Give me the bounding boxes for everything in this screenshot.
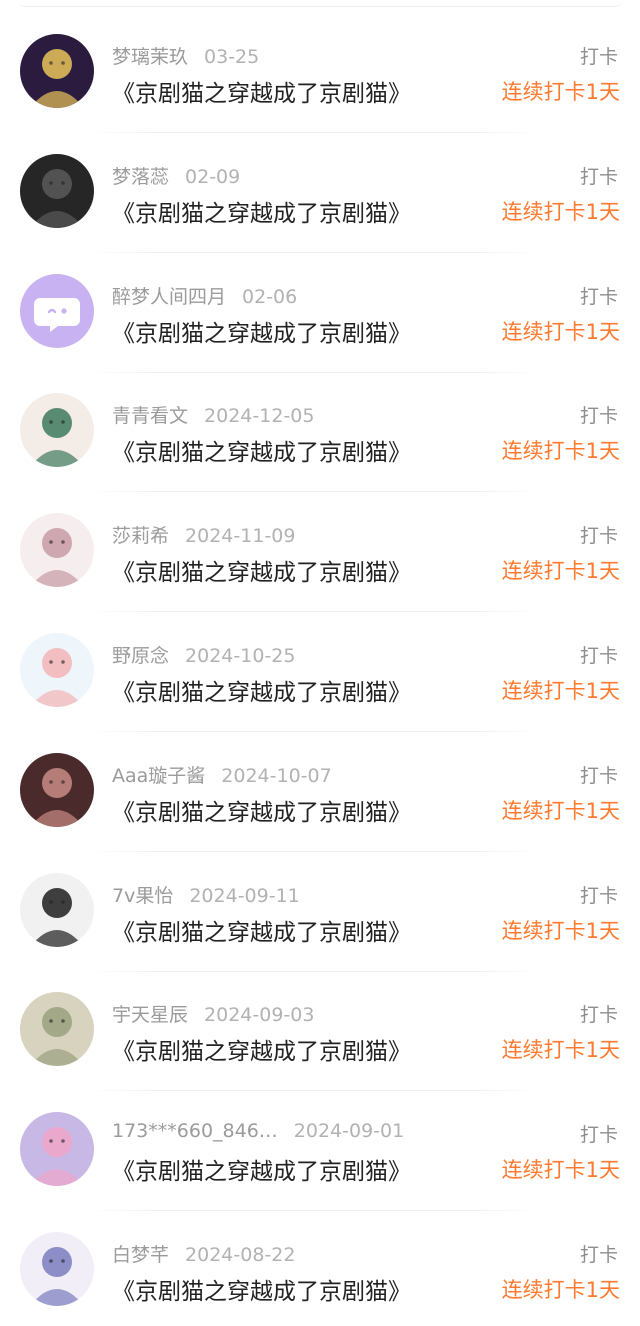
checkin-label: 打卡 — [579, 285, 618, 308]
checkin-row[interactable]: 醉梦人间四月 02-06 《京剧猫之穿越成了京剧猫》 打卡连续打卡1天 — [0, 248, 640, 373]
streak-badge: 连续打卡1天 — [501, 1158, 620, 1183]
user-name-line: 醉梦人间四月 02-06 — [112, 282, 297, 309]
checkin-label: 打卡 — [579, 764, 618, 787]
checkin-label: 打卡 — [579, 525, 618, 548]
user-name[interactable]: 173***660_846… — [112, 1120, 278, 1142]
user-avatar[interactable] — [20, 633, 94, 707]
checkin-row[interactable]: 白梦芊 2024-08-22 《京剧猫之穿越成了京剧猫》 打卡连续打卡1天 — [0, 1206, 640, 1326]
book-title[interactable]: 《京剧猫之穿越成了京剧猫》 — [112, 553, 411, 587]
user-name[interactable]: 青青看文 — [112, 405, 188, 427]
checkin-label: 打卡 — [579, 1244, 618, 1266]
user-name-line: 7v果怡 2024-09-11 — [112, 881, 300, 908]
user-name[interactable]: 7v果怡 — [112, 885, 173, 907]
streak-badge: 连续打卡1天 — [501, 559, 620, 584]
checkin-row[interactable]: 宇天星辰 2024-09-03 《京剧猫之穿越成了京剧猫》 打卡连续打卡1天 — [0, 966, 640, 1092]
checkin-date: 03-25 — [204, 46, 260, 68]
user-name-line: Aaa璇子酱 2024-10-07 — [112, 761, 332, 788]
book-title[interactable]: 《京剧猫之穿越成了京剧猫》 — [112, 793, 411, 827]
user-avatar[interactable] — [20, 513, 94, 588]
streak-badge: 连续打卡1天 — [501, 1278, 620, 1302]
list-top-edge — [18, 0, 622, 7]
user-name[interactable]: 醉梦人间四月 — [112, 286, 226, 308]
checkin-date: 2024-12-05 — [204, 405, 315, 428]
streak-badge: 连续打卡1天 — [501, 199, 620, 224]
streak-badge: 连续打卡1天 — [501, 439, 620, 464]
streak-badge: 连续打卡1天 — [501, 798, 620, 823]
checkin-date: 2024-09-01 — [293, 1120, 405, 1143]
checkin-row[interactable]: 7v果怡 2024-09-11 《京剧猫之穿越成了京剧猫》 打卡连续打卡1天 — [0, 847, 640, 972]
checkin-row[interactable]: 莎莉希 2024-11-09 《京剧猫之穿越成了京剧猫》 打卡连续打卡1天 — [0, 487, 640, 613]
checkin-row[interactable]: 青青看文 2024-12-05 《京剧猫之穿越成了京剧猫》 打卡连续打卡1天 — [0, 367, 640, 493]
checkin-date: 2024-10-25 — [185, 645, 296, 667]
checkin-date: 2024-10-07 — [221, 764, 332, 787]
user-name[interactable]: 野原念 — [112, 645, 169, 667]
checkin-row[interactable]: 173***660_846… 2024-09-01 《京剧猫之穿越成了京剧猫》 打卡连… — [0, 1086, 640, 1212]
streak-badge: 连续打卡1天 — [501, 918, 620, 943]
user-avatar[interactable] — [20, 393, 94, 468]
checkin-row[interactable]: 野原念 2024-10-25 《京剧猫之穿越成了京剧猫》 打卡连续打卡1天 — [0, 607, 640, 732]
checkin-label: 打卡 — [579, 405, 618, 428]
user-name-line: 野原念 2024-10-25 — [112, 641, 295, 668]
user-name[interactable]: 梦璃茉玖 — [112, 46, 188, 68]
user-name[interactable]: 白梦芊 — [112, 1244, 169, 1266]
user-avatar[interactable] — [20, 153, 94, 228]
user-avatar[interactable] — [20, 1112, 94, 1187]
user-avatar[interactable] — [20, 992, 94, 1067]
checkin-row[interactable]: 梦璃茉玖 03-25 《京剧猫之穿越成了京剧猫》 打卡连续打卡1天 — [0, 8, 640, 133]
book-title[interactable]: 《京剧猫之穿越成了京剧猫》 — [112, 673, 411, 707]
book-title[interactable]: 《京剧猫之穿越成了京剧猫》 — [112, 1152, 411, 1186]
checkin-date: 2024-08-22 — [185, 1244, 296, 1266]
user-name[interactable]: 梦落蕊 — [112, 166, 169, 188]
checkin-row[interactable]: 梦落蕊 02-09 《京剧猫之穿越成了京剧猫》 打卡连续打卡1天 — [0, 128, 640, 253]
user-name-line: 莎莉希 2024-11-09 — [112, 521, 295, 548]
user-name-line: 白梦芊 2024-08-22 — [112, 1240, 295, 1267]
checkin-row[interactable]: Aaa璇子酱 2024-10-07 《京剧猫之穿越成了京剧猫》 打卡连续打卡1天 — [0, 727, 640, 852]
book-title[interactable]: 《京剧猫之穿越成了京剧猫》 — [112, 1272, 411, 1306]
user-avatar[interactable] — [20, 34, 94, 108]
book-title[interactable]: 《京剧猫之穿越成了京剧猫》 — [112, 433, 411, 467]
book-title[interactable]: 《京剧猫之穿越成了京剧猫》 — [112, 314, 411, 348]
book-title[interactable]: 《京剧猫之穿越成了京剧猫》 — [112, 1032, 411, 1066]
checkin-label: 打卡 — [579, 1124, 618, 1147]
checkin-label: 打卡 — [579, 46, 618, 68]
user-name-line: 青青看文 2024-12-05 — [112, 401, 314, 428]
user-name-line: 梦落蕊 02-09 — [112, 162, 240, 189]
user-name-line: 173***660_846… 2024-09-01 — [112, 1120, 404, 1142]
user-name[interactable]: 莎莉希 — [112, 525, 169, 547]
streak-badge: 连续打卡1天 — [501, 319, 620, 344]
user-avatar[interactable] — [20, 1232, 94, 1306]
checkin-date: 2024-11-09 — [185, 525, 296, 548]
user-avatar[interactable] — [20, 752, 94, 827]
user-avatar[interactable] — [20, 872, 94, 947]
streak-badge: 连续打卡1天 — [501, 80, 620, 104]
checkin-label: 打卡 — [579, 1004, 618, 1027]
user-name-line: 宇天星辰 2024-09-03 — [112, 1000, 314, 1027]
user-name[interactable]: Aaa璇子酱 — [112, 765, 205, 787]
user-name-line: 梦璃茉玖 03-25 — [112, 42, 259, 69]
streak-badge: 连续打卡1天 — [501, 1038, 620, 1063]
checkin-date: 2024-09-03 — [204, 1004, 315, 1027]
book-title[interactable]: 《京剧猫之穿越成了京剧猫》 — [112, 194, 411, 228]
streak-badge: 连续打卡1天 — [501, 679, 620, 703]
checkin-label: 打卡 — [579, 165, 618, 188]
user-name[interactable]: 宇天星辰 — [112, 1004, 188, 1026]
checkin-label: 打卡 — [579, 645, 618, 667]
book-title[interactable]: 《京剧猫之穿越成了京剧猫》 — [112, 74, 411, 108]
checkin-date: 02-09 — [185, 165, 241, 188]
book-title[interactable]: 《京剧猫之穿越成了京剧猫》 — [112, 913, 411, 947]
checkin-date: 2024-09-11 — [189, 884, 300, 907]
checkin-date: 02-06 — [242, 285, 298, 308]
chat-bubble-icon[interactable] — [20, 273, 94, 348]
checkin-label: 打卡 — [579, 884, 618, 907]
